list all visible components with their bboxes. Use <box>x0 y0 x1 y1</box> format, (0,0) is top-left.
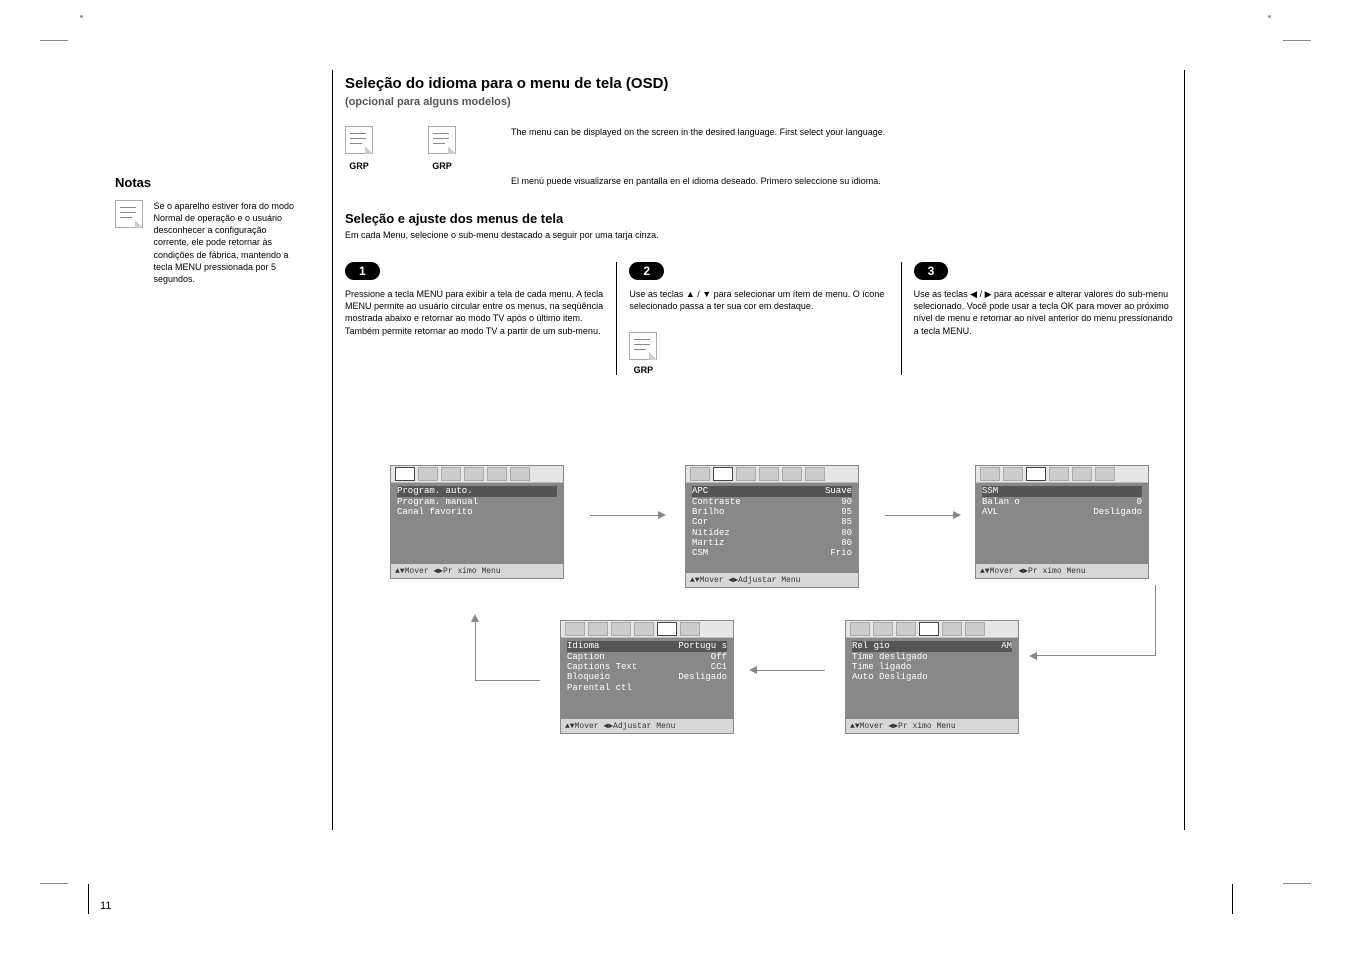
osd-item: Time desligado <box>852 652 928 662</box>
crop-mark <box>1283 40 1311 41</box>
step-2: 2 Use as teclas ▲ / ▼ para selecionar um… <box>629 262 901 375</box>
grp-label: GRP <box>345 161 373 171</box>
osd-item: Idioma <box>567 641 599 651</box>
footer-tick <box>88 884 89 914</box>
grp-label: GRP <box>629 365 657 375</box>
osd-item: Canal favorito <box>397 507 473 517</box>
crop-mark <box>1283 883 1311 884</box>
osd-iconbar <box>686 466 858 483</box>
lang-text-en: The menu can be displayed on the screen … <box>511 126 941 138</box>
section-subtitle: Em cada Menu, selecione o sub-menu desta… <box>345 230 1175 240</box>
grp-icon: GRP <box>428 126 456 171</box>
grp-label: GRP <box>428 161 456 171</box>
arrow-right-icon <box>885 515 955 516</box>
osd-iconbar <box>561 621 733 638</box>
language-icon-row: GRP GRP The menu can be displayed on the… <box>345 126 1175 171</box>
osd-item: Auto Desligado <box>852 672 928 682</box>
main-content: Seleção do idioma para o menu de tela (O… <box>345 75 1175 755</box>
note-icon <box>115 200 143 233</box>
osd-item: Caption <box>567 652 605 662</box>
sidebar-note-text: Se o aparelho estiver fora do modo Norma… <box>153 200 303 285</box>
lang-text-es: El menú puede visualizarse en pantalla e… <box>511 175 941 187</box>
footer-tick <box>1232 884 1233 914</box>
osd-iconbar <box>976 466 1148 483</box>
column-divider <box>1184 70 1185 830</box>
language-icon-row-2: El menú puede visualizarse en pantalla e… <box>345 175 1175 187</box>
arrow-up-icon <box>475 620 476 680</box>
osd-item: Nitidez <box>692 528 730 538</box>
osd-item: Parental ctl <box>567 683 632 693</box>
osd-item: APC <box>692 486 708 496</box>
osd-footer: ▲▼Mover ◀▶Pr ximo Menu <box>391 564 563 578</box>
osd-tempo: Rel gioAM Time desligado Time ligado Aut… <box>845 620 1019 734</box>
step-3: 3 Use as teclas ◀ / ▶ para acessar e alt… <box>914 262 1175 375</box>
osd-footer: ▲▼Mover ◀▶Adjustar Menu <box>561 719 733 733</box>
osd-item: CSM <box>692 548 708 558</box>
osd-footer: ▲▼Mover ◀▶Adjustar Menu <box>686 573 858 587</box>
page-subtitle: (opcional para alguns modelos) <box>345 96 1175 108</box>
osd-item: Martiz <box>692 538 724 548</box>
step-number: 1 <box>345 262 380 280</box>
arrow-segment <box>475 680 540 681</box>
arrow-left-icon <box>755 670 825 671</box>
osd-item: AVL <box>982 507 998 517</box>
osd-item: Cor <box>692 517 708 527</box>
osd-iconbar <box>391 466 563 483</box>
crop-mark <box>40 883 68 884</box>
osd-item: Balan o <box>982 497 1020 507</box>
step-1: 1 Pressione a tecla MENU para exibir a t… <box>345 262 617 375</box>
sidebar: Notas Se o aparelho estiver fora do modo… <box>115 175 315 285</box>
sidebar-title: Notas <box>115 175 315 190</box>
section-title: Seleção e ajuste dos menus de tela <box>345 211 1175 226</box>
crop-dot <box>80 15 83 18</box>
step-body: Pressione a tecla MENU para exibir a tel… <box>345 288 606 337</box>
osd-item: Contraste <box>692 497 741 507</box>
osd-item: Rel gio <box>852 641 890 651</box>
osd-som: SSM Balan o0 AVLDesligado ▲▼Mover ◀▶Pr x… <box>975 465 1149 579</box>
osd-item: Captions Text <box>567 662 637 672</box>
osd-item: Program. manual <box>397 497 478 507</box>
crop-dot <box>1268 15 1271 18</box>
osd-item: SSM <box>982 486 998 496</box>
arrow-right-icon <box>590 515 660 516</box>
osd-item: Bloqueio <box>567 672 610 682</box>
arrow-return-icon <box>1035 585 1156 656</box>
osd-item: Program. auto. <box>397 486 473 496</box>
osd-footer: ▲▼Mover ◀▶Pr ximo Menu <box>846 719 1018 733</box>
osd-canal: Program. auto. Program. manual Canal fav… <box>390 465 564 579</box>
page-title: Seleção do idioma para o menu de tela (O… <box>345 75 1175 92</box>
grp-icon: GRP <box>629 332 890 375</box>
osd-flow-figure: Program. auto. Program. manual Canal fav… <box>345 465 1175 755</box>
osd-imagem: APCSuave Contraste90 Brilho95 Cor85 Niti… <box>685 465 859 587</box>
steps-row: 1 Pressione a tecla MENU para exibir a t… <box>345 262 1175 375</box>
step-number: 2 <box>629 262 664 280</box>
osd-iconbar <box>846 621 1018 638</box>
grp-icon: GRP <box>345 126 373 171</box>
step-number: 3 <box>914 262 949 280</box>
page: Notas Se o aparelho estiver fora do modo… <box>0 0 1351 954</box>
osd-item: Time ligado <box>852 662 911 672</box>
crop-mark <box>40 40 68 41</box>
step-body: Use as teclas ▲ / ▼ para selecionar um í… <box>629 288 890 312</box>
osd-especial: IdiomaPortugu s CaptionOff Captions Text… <box>560 620 734 734</box>
osd-footer: ▲▼Mover ◀▶Pr ximo Menu <box>976 564 1148 578</box>
page-number: 11 <box>100 900 111 912</box>
osd-item: Brilho <box>692 507 724 517</box>
step-body: Use as teclas ◀ / ▶ para acessar e alter… <box>914 288 1175 337</box>
column-divider <box>332 70 333 830</box>
